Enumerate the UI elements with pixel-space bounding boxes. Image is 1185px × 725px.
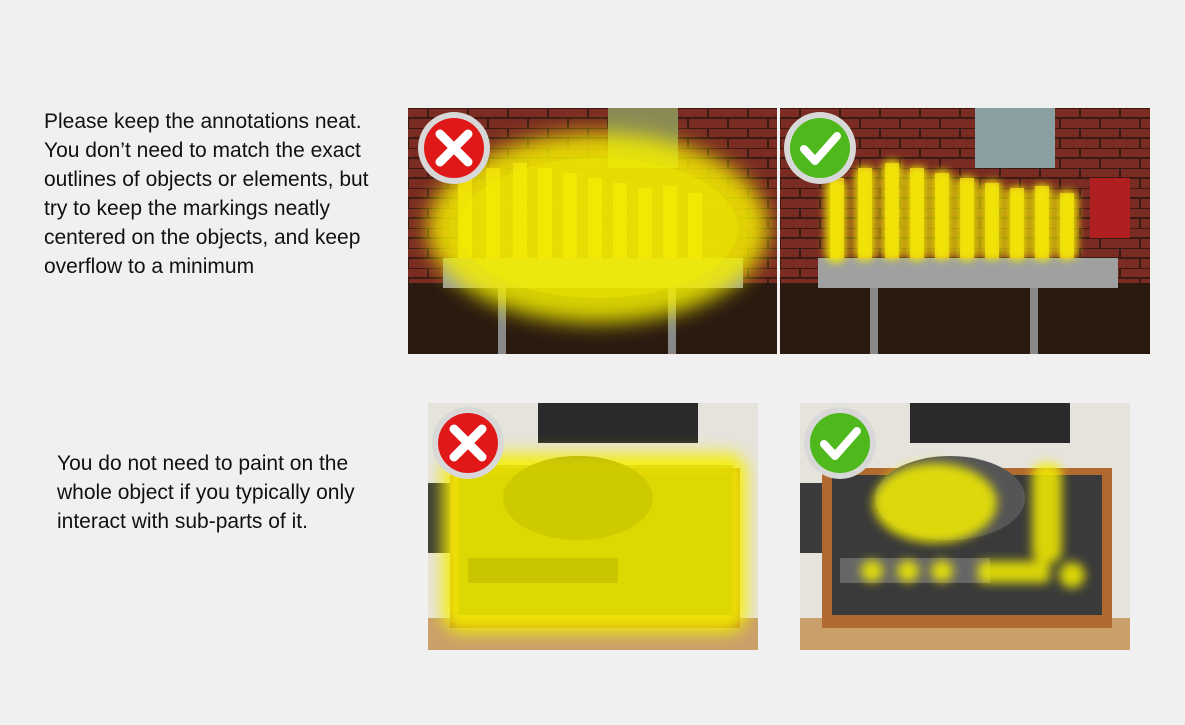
red-x-icon	[418, 112, 490, 184]
red-x-icon	[432, 407, 504, 479]
example-beer-taps-incorrect	[408, 108, 777, 354]
example-beer-taps-correct	[780, 108, 1150, 354]
example-turntable-correct	[800, 403, 1130, 650]
instruction-neatness: Please keep the annotations neat. You do…	[44, 110, 369, 278]
green-check-icon	[804, 407, 876, 479]
example-turntable-incorrect	[428, 403, 758, 650]
green-check-icon	[784, 112, 856, 184]
instruction-sub-parts: You do not need to paint on the whole ob…	[57, 452, 355, 533]
